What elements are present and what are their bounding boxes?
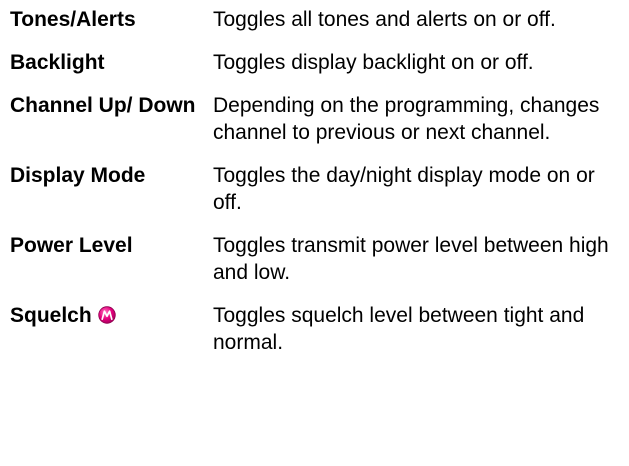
feature-row-power-level: Power Level Toggles transmit power level…: [10, 232, 622, 286]
feature-definition: Toggles display backlight on or off.: [213, 51, 534, 74]
feature-definition: Toggles all tones and alerts on or off.: [213, 8, 556, 31]
feature-definition: Toggles transmit power level between hig…: [213, 234, 609, 284]
feature-row-backlight: Backlight Toggles display backlight on o…: [10, 49, 622, 76]
feature-term: Tones/Alerts: [10, 8, 136, 31]
feature-row-channel-up-down: Channel Up/ Down Depending on the progra…: [10, 92, 622, 146]
feature-definition: Depending on the programming, changes ch…: [213, 94, 600, 144]
feature-row-display-mode: Display Mode Toggles the day/night displ…: [10, 162, 622, 216]
feature-definition: Toggles the day/night display mode on or…: [213, 164, 595, 214]
feature-term: Backlight: [10, 51, 105, 74]
feature-definition: Toggles squelch level between tight and …: [213, 304, 585, 354]
feature-row-squelch: Squelch Toggles squelch level between ti…: [10, 302, 622, 356]
feature-term: Channel Up/ Down: [10, 94, 196, 117]
feature-term: Display Mode: [10, 164, 146, 187]
motorola-logo-icon: [97, 304, 116, 324]
feature-term: Power Level: [10, 234, 133, 257]
feature-term-with-icon: Squelch: [10, 302, 213, 329]
feature-term: Squelch: [10, 304, 92, 327]
feature-list: Tones/Alerts Toggles all tones and alert…: [10, 6, 622, 372]
feature-row-tones-alerts: Tones/Alerts Toggles all tones and alert…: [10, 6, 622, 33]
